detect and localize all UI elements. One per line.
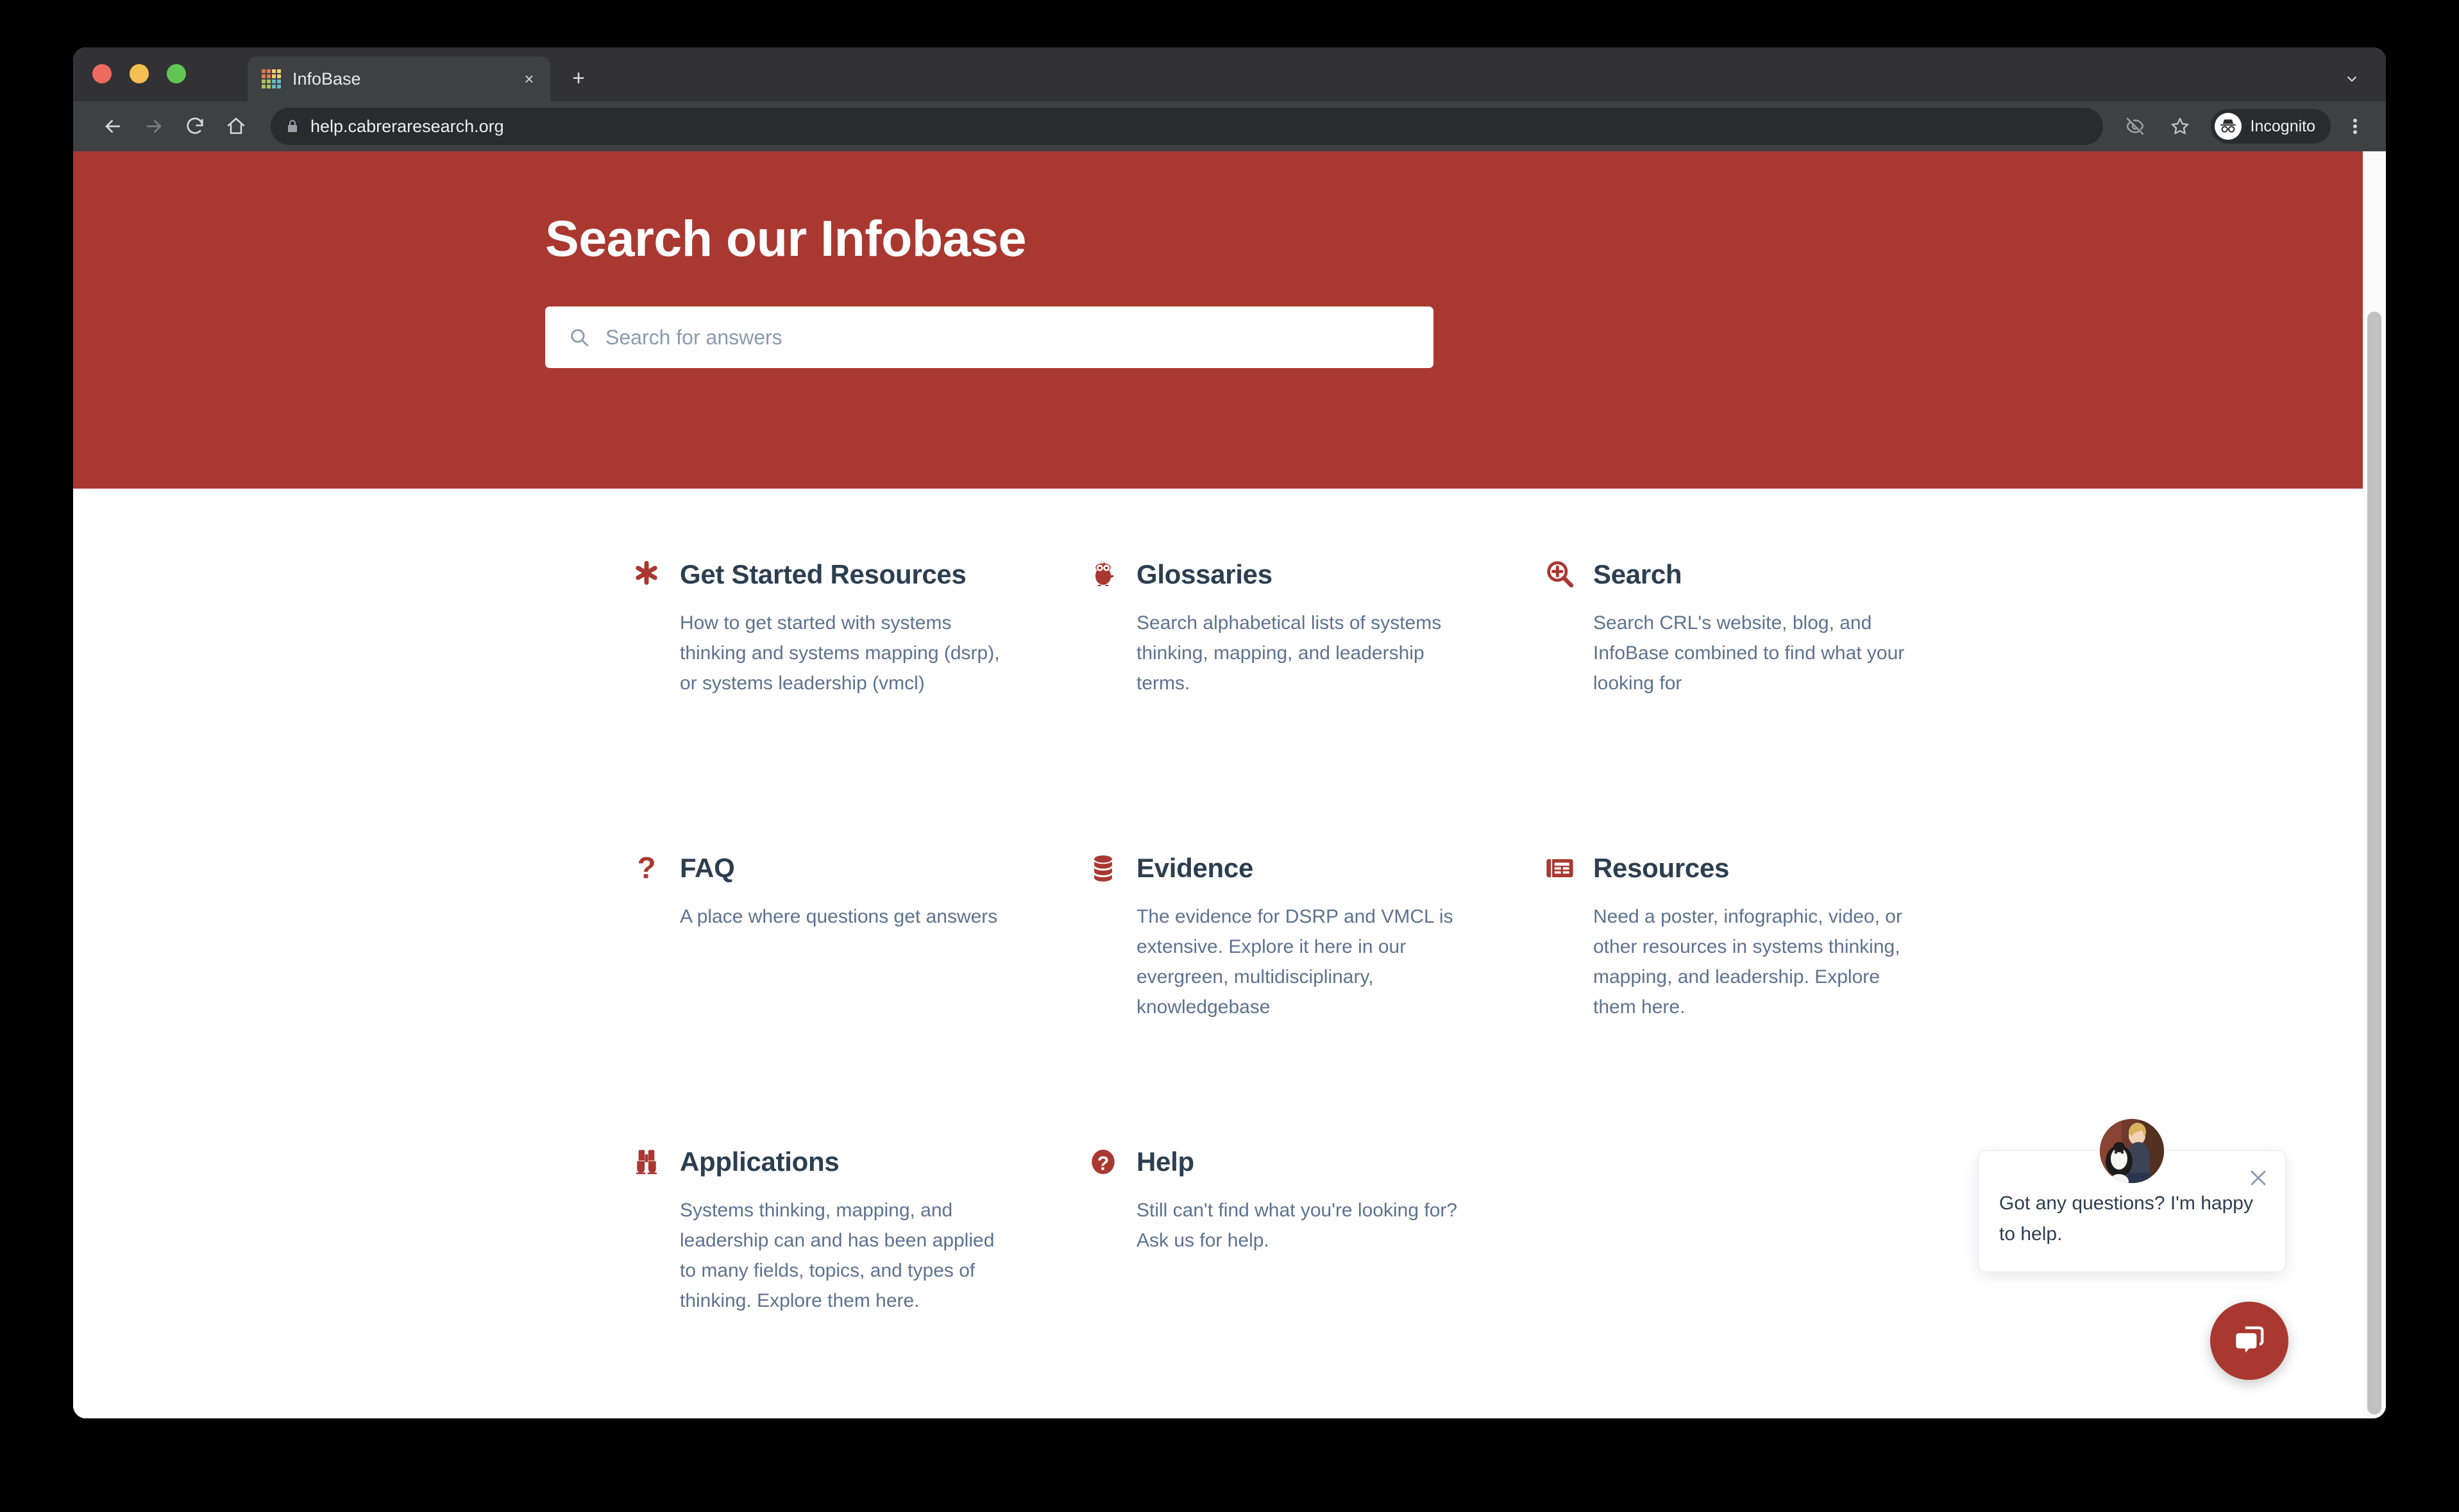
back-arrow-icon[interactable]: [92, 106, 133, 147]
home-icon[interactable]: [215, 106, 257, 147]
page-content: Search our Infobase Search for answers G…: [73, 151, 2363, 1418]
binoculars-icon: [630, 1145, 680, 1179]
reload-icon[interactable]: [174, 106, 215, 147]
star-icon[interactable]: [2159, 106, 2201, 147]
card-title: Help: [1137, 1147, 1194, 1177]
lock-icon: [285, 119, 300, 134]
address-bar[interactable]: help.cabreraresearch.org: [271, 108, 2103, 145]
chevron-down-icon[interactable]: [2341, 68, 2363, 90]
tab-title: InfoBase: [292, 69, 361, 88]
browser-window: InfoBase × + help.cabreraresearch.org In…: [73, 47, 2386, 1418]
card-title: Search: [1593, 559, 1682, 589]
browser-tab-infobase[interactable]: InfoBase ×: [248, 56, 550, 101]
card-description: Systems thinking, mapping, and leadershi…: [680, 1200, 995, 1311]
infobase-grid-icon: [262, 69, 281, 88]
address-bar-url: help.cabreraresearch.org: [310, 116, 504, 136]
card-faq[interactable]: ? FAQ A place where questions get answer…: [630, 852, 1086, 1145]
hero-banner: Search our Infobase Search for answers: [73, 151, 2363, 489]
svg-text:?: ?: [637, 852, 655, 885]
card-get-started-resources[interactable]: Get Started Resources How to get started…: [630, 558, 1086, 852]
list-card-icon: [1543, 852, 1593, 885]
card-description: Search alphabetical lists of systems thi…: [1137, 612, 1442, 694]
card-description: Still can't find what you're looking for…: [1137, 1200, 1458, 1251]
card-applications[interactable]: Applications Systems thinking, mapping, …: [630, 1145, 1086, 1316]
card-description: The evidence for DSRP and VMCL is extens…: [1137, 906, 1453, 1018]
new-tab-button[interactable]: +: [564, 64, 593, 92]
chat-greeting-message: Got any questions? I'm happy to help.: [1999, 1193, 2253, 1245]
card-description: Need a poster, infographic, video, or ot…: [1593, 906, 1902, 1018]
close-icon[interactable]: ×: [518, 68, 540, 90]
page-scrollbar-track[interactable]: [2363, 151, 2386, 1418]
card-description: Search CRL's website, blog, and InfoBase…: [1593, 612, 1905, 694]
incognito-profile-button[interactable]: Incognito: [2210, 109, 2331, 144]
avatar: [2100, 1119, 2164, 1183]
card-title: Get Started Resources: [680, 559, 967, 589]
toolbar-actions: Incognito: [2115, 106, 2369, 147]
close-icon[interactable]: [2247, 1166, 2270, 1189]
owl-icon: [1086, 558, 1137, 591]
incognito-icon: [2214, 113, 2242, 140]
chat-greeting-card: Got any questions? I'm happy to help.: [1978, 1119, 2286, 1272]
card-title: FAQ: [680, 853, 735, 883]
svg-text:?: ?: [1097, 1154, 1110, 1175]
card-search[interactable]: Search Search CRL's website, blog, and I…: [1543, 558, 2000, 852]
incognito-label: Incognito: [2250, 117, 2315, 135]
window-minimize-button[interactable]: [130, 64, 149, 83]
magnifier-plus-icon: [1543, 558, 1593, 591]
search-icon: [568, 326, 590, 348]
browser-tabstrip: InfoBase × +: [73, 47, 2386, 101]
card-help[interactable]: ? Help Still can't find what you're look…: [1086, 1145, 1543, 1316]
asterisk-icon: [630, 558, 680, 591]
help-circle-icon: ?: [1086, 1145, 1137, 1179]
page-scrollbar-thumb[interactable]: [2367, 312, 2381, 1415]
window-traffic-lights: [92, 64, 186, 83]
card-evidence[interactable]: Evidence The evidence for DSRP and VMCL …: [1086, 852, 1543, 1145]
chat-launcher-button[interactable]: [2210, 1302, 2288, 1380]
window-close-button[interactable]: [92, 64, 112, 83]
card-title: Resources: [1593, 853, 1730, 883]
chat-bubbles-icon: [2229, 1321, 2269, 1361]
eye-off-icon[interactable]: [2115, 106, 2156, 147]
card-title: Evidence: [1137, 853, 1254, 883]
forward-arrow-icon[interactable]: [133, 106, 174, 147]
card-description: A place where questions get answers: [680, 906, 998, 927]
page-viewport: Search our Infobase Search for answers G…: [73, 151, 2386, 1418]
card-empty-slot: [1543, 1145, 2000, 1316]
card-resources[interactable]: Resources Need a poster, infographic, vi…: [1543, 852, 2000, 1145]
card-description: How to get started with systems thinking…: [680, 612, 1000, 694]
hero-search-box[interactable]: Search for answers: [545, 307, 1433, 368]
card-title: Applications: [680, 1147, 840, 1177]
browser-toolbar: help.cabreraresearch.org Incognito: [73, 101, 2386, 151]
card-title: Glossaries: [1137, 559, 1272, 589]
database-icon: [1086, 852, 1137, 885]
window-maximize-button[interactable]: [167, 64, 186, 83]
search-input[interactable]: Search for answers: [605, 326, 782, 349]
page-title: Search our Infobase: [545, 210, 1027, 267]
kebab-menu-icon[interactable]: [2341, 109, 2369, 144]
card-glossaries[interactable]: Glossaries Search alphabetical lists of …: [1086, 558, 1543, 852]
question-mark-icon: ?: [630, 852, 680, 885]
